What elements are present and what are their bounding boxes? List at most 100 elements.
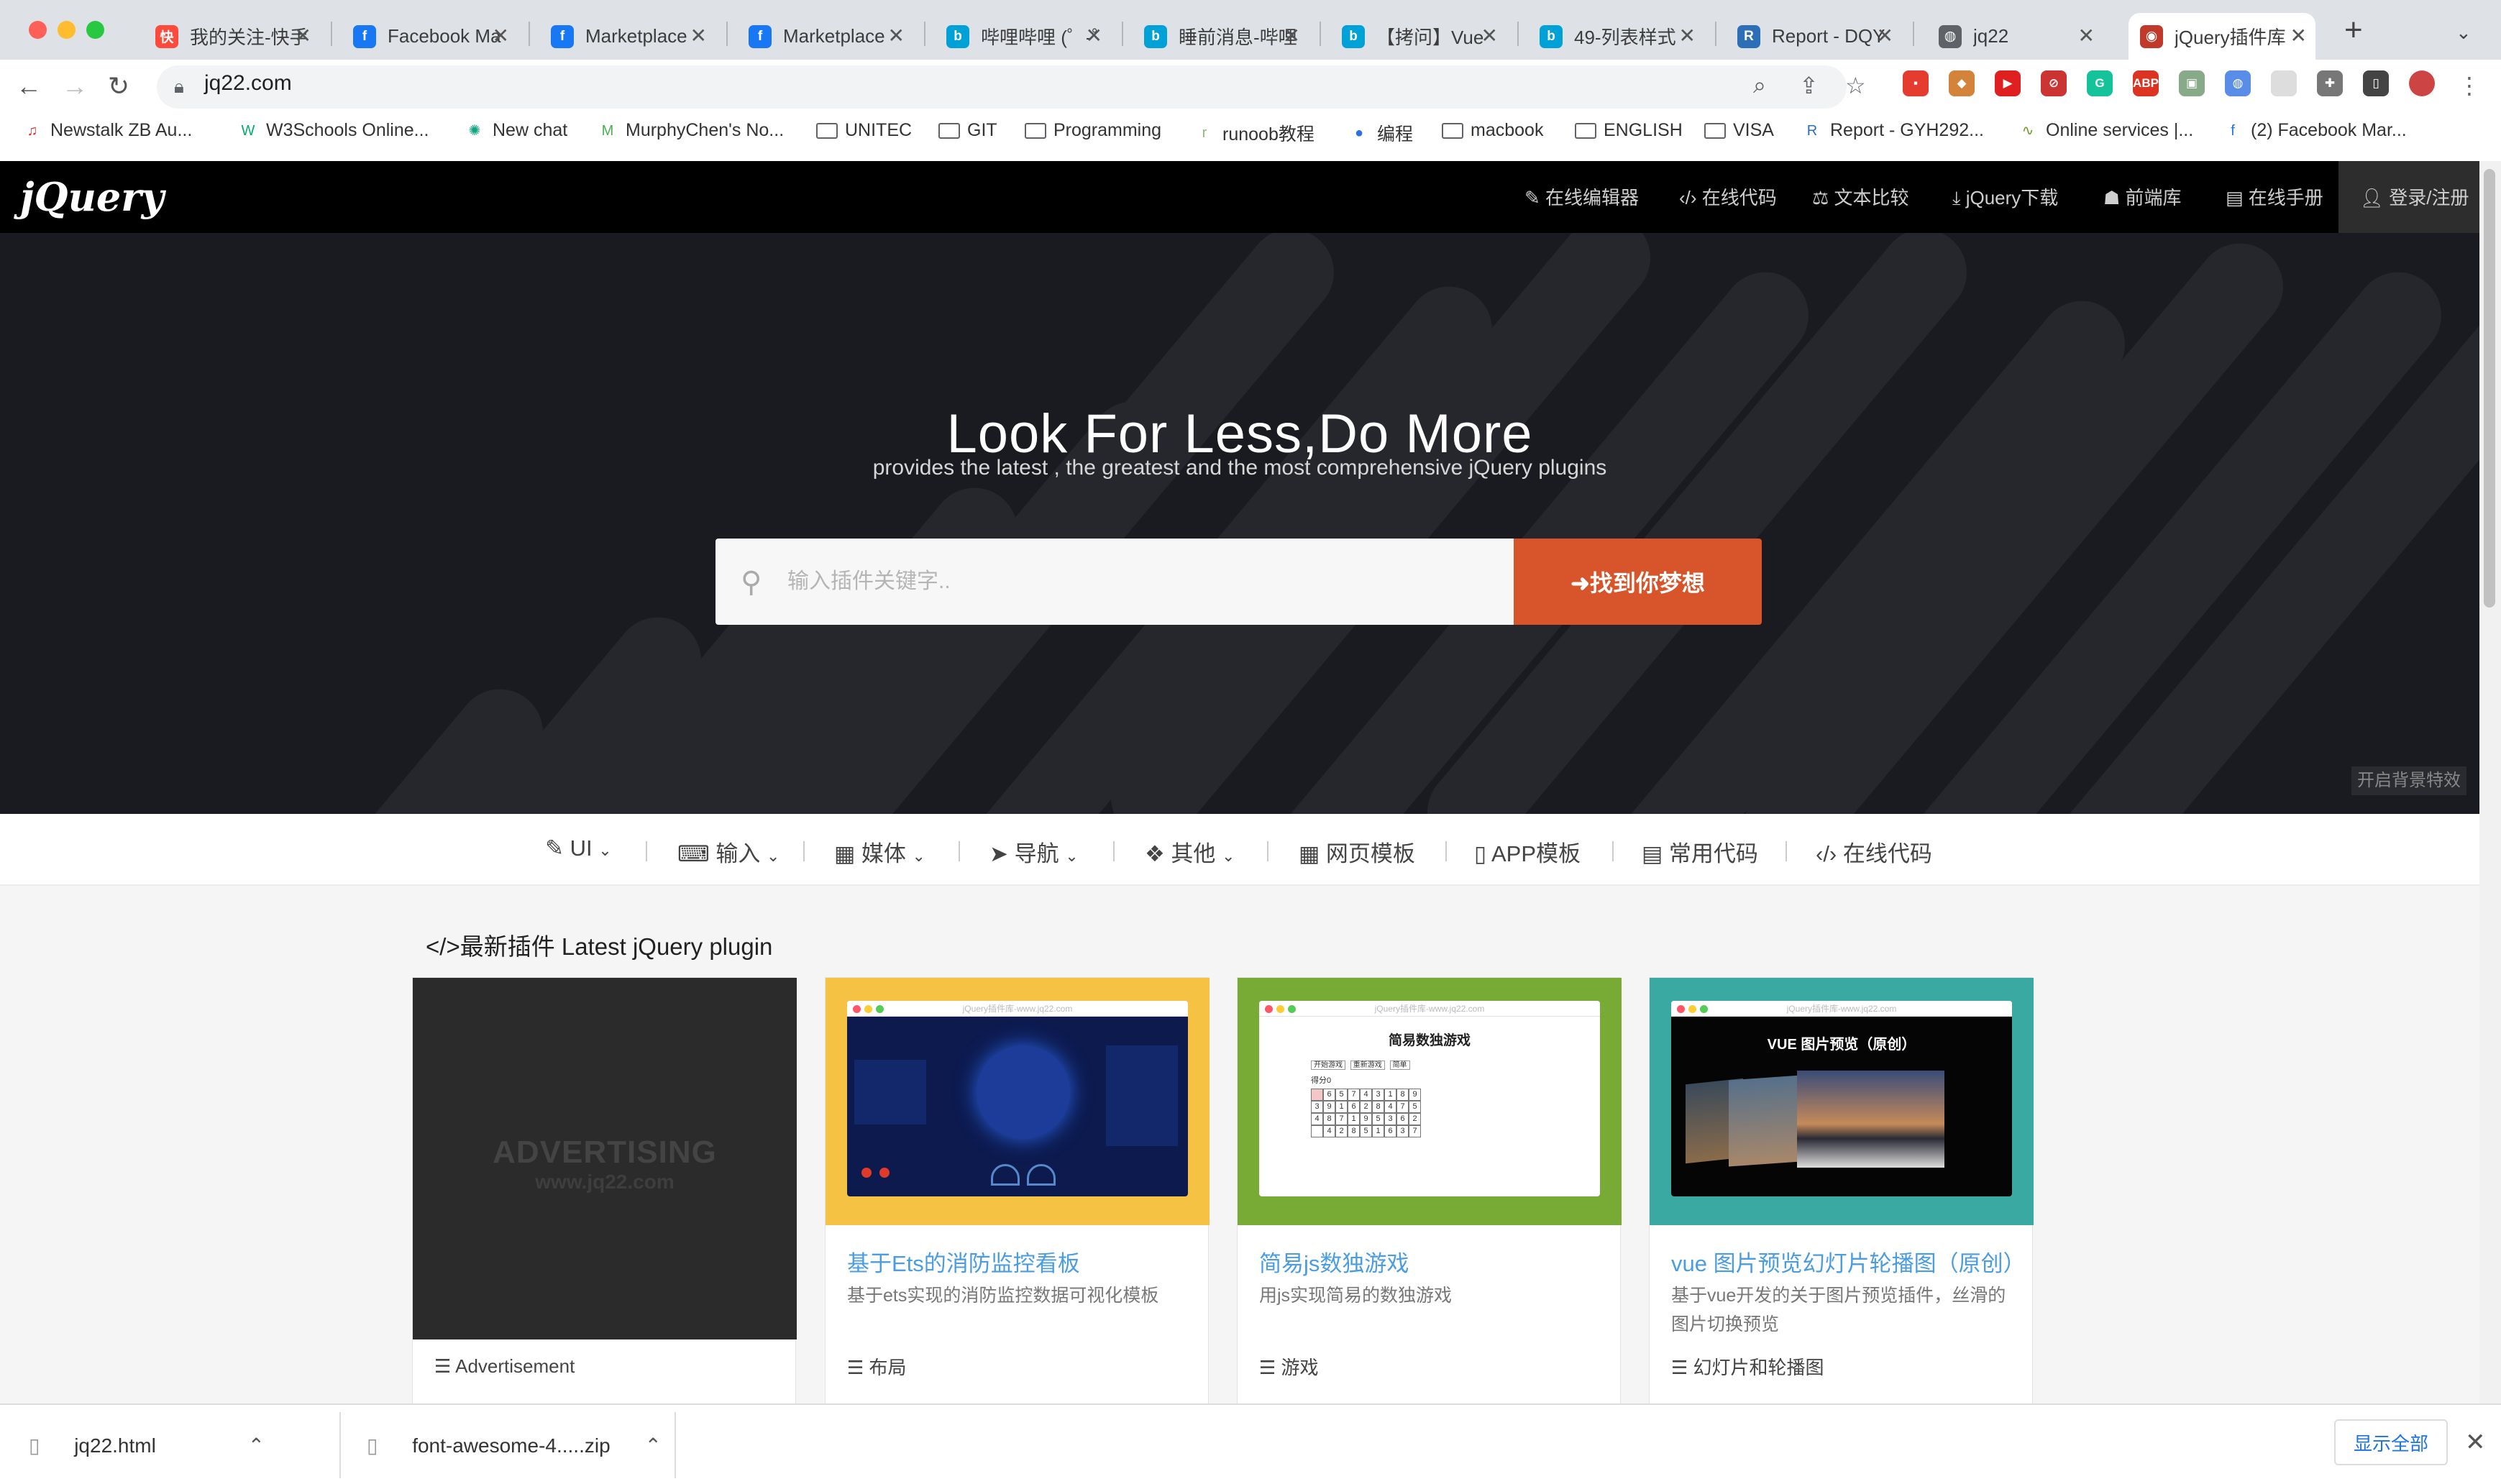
- site-nav-item[interactable]: ▤ 在线手册: [2226, 183, 2323, 210]
- bookmark-item[interactable]: ∿ Online services |...: [2017, 120, 2194, 141]
- ext-adblock-icon[interactable]: ⊘: [2041, 70, 2067, 96]
- category-item[interactable]: ‹/› 在线代码: [1816, 835, 1932, 868]
- tab[interactable]: b 睡前消息-哔哩 ✕: [1133, 13, 1309, 60]
- close-tab-icon[interactable]: ✕: [2078, 26, 2095, 46]
- close-tab-icon[interactable]: ✕: [690, 26, 707, 46]
- plugin-search-input[interactable]: [787, 560, 1471, 603]
- close-tab-icon[interactable]: ✕: [1877, 26, 1893, 46]
- tab[interactable]: f Marketplace ✕: [539, 13, 715, 60]
- category-item[interactable]: ⌨ 输入 ⌄: [677, 835, 779, 868]
- tab[interactable]: R Report - DQY ✕: [1726, 13, 1902, 60]
- maximize-window-button[interactable]: [86, 21, 104, 39]
- grammarly-icon[interactable]: G: [2087, 70, 2113, 96]
- profile-avatar[interactable]: [2409, 70, 2435, 96]
- close-window-button[interactable]: [29, 21, 47, 39]
- new-tab-button[interactable]: +: [2344, 14, 2363, 46]
- tab[interactable]: ◍ jq22 ✕: [1927, 13, 2103, 60]
- tab[interactable]: b 【拷问】Vue ✕: [1330, 13, 1506, 60]
- reload-button[interactable]: ↻: [108, 72, 129, 101]
- download-item-2[interactable]: ▯ font-awesome-4.....zip ⌃: [367, 1434, 662, 1457]
- background-effects-toggle[interactable]: 开启背景特效: [2351, 766, 2466, 795]
- plugin-card[interactable]: jQuery插件库-www.jq22.com 基于Ets的消防监控看板 基于et…: [825, 977, 1210, 1403]
- site-nav-item[interactable]: ⚖ 文本比较: [1812, 183, 1909, 210]
- bookmark-star-icon[interactable]: ☆: [1845, 72, 1866, 99]
- show-all-downloads-button[interactable]: 显示全部: [2334, 1419, 2448, 1465]
- advertisement-card[interactable]: ADVERTISING www.jq22.com ☰ Advertisement: [412, 977, 797, 1403]
- bookmark-item[interactable]: Programming: [1025, 120, 1161, 141]
- plugin-thumbnail[interactable]: jQuery插件库-www.jq22.com VUE 图片预览（原创）: [1650, 978, 2034, 1225]
- address-bar[interactable]: [157, 65, 1847, 109]
- category-item[interactable]: ▯ APP模板: [1474, 835, 1581, 868]
- minimize-window-button[interactable]: [58, 21, 76, 39]
- tab[interactable]: f Facebook Ma ✕: [342, 13, 518, 60]
- site-nav-item[interactable]: ☗ 前端库: [2103, 183, 2182, 210]
- back-button[interactable]: ←: [16, 72, 42, 101]
- plugin-category[interactable]: ☰ 游戏: [1259, 1353, 1319, 1380]
- category-item[interactable]: ▦ 媒体 ⌄: [834, 835, 925, 868]
- plugin-title[interactable]: 简易js数独游戏: [1259, 1245, 1409, 1278]
- plugin-thumbnail[interactable]: jQuery插件库-www.jq22.com 简易数独游戏 开始游戏 重新游戏 …: [1238, 978, 1622, 1225]
- extensions-puzzle-icon[interactable]: ✚: [2317, 70, 2343, 96]
- bookmark-item[interactable]: f (2) Facebook Mar...: [2222, 120, 2407, 141]
- scrollbar-thumb[interactable]: [2484, 169, 2495, 608]
- site-nav-item[interactable]: ‹/› 在线代码: [1679, 183, 1777, 210]
- bookmark-item[interactable]: GIT: [938, 120, 997, 141]
- close-tab-icon[interactable]: ✕: [888, 26, 905, 46]
- tab[interactable]: ◉ jQuery插件库 ✕: [2129, 13, 2315, 60]
- abp-icon[interactable]: ABP: [2133, 70, 2159, 96]
- tab[interactable]: b 哔哩哔哩 (゜-゜ ✕: [935, 13, 1111, 60]
- close-tab-icon[interactable]: ✕: [1284, 26, 1300, 46]
- chevron-up-icon[interactable]: ⌃: [644, 1434, 661, 1457]
- lock-icon[interactable]: 🔒︎: [174, 75, 184, 99]
- bookmark-item[interactable]: r runoob教程: [1194, 120, 1314, 146]
- more-menu-icon[interactable]: ⋮: [2458, 72, 2481, 99]
- close-tab-icon[interactable]: ✕: [1086, 26, 1102, 46]
- category-item[interactable]: ✎ UI ⌄: [545, 835, 612, 861]
- close-tab-icon[interactable]: ✕: [2290, 26, 2307, 46]
- category-item[interactable]: ▤ 常用代码: [1642, 835, 1758, 868]
- login-register-button[interactable]: 👤︎ 登录/注册: [2338, 161, 2479, 233]
- close-tab-icon[interactable]: ✕: [493, 26, 509, 46]
- search-submit-button[interactable]: ➜找到你梦想: [1514, 539, 1762, 625]
- bookmark-item[interactable]: ENGLISH: [1575, 120, 1683, 141]
- search-ext-icon[interactable]: ◍: [2225, 70, 2251, 96]
- bookmark-item[interactable]: M MurphyChen's No...: [597, 120, 785, 141]
- bookmark-item[interactable]: ● 编程: [1348, 120, 1413, 146]
- jquery-logo[interactable]: jQuery: [20, 174, 164, 220]
- site-nav-item[interactable]: ✎ 在线编辑器: [1524, 183, 1639, 210]
- url-text[interactable]: jq22.com: [204, 71, 292, 96]
- bookmark-item[interactable]: UNITEC: [816, 120, 912, 141]
- tab[interactable]: b 49-列表样式 ✕: [1528, 13, 1704, 60]
- plugin-title[interactable]: vue 图片预览幻灯片轮播图（原创）: [1671, 1245, 2026, 1278]
- close-tab-icon[interactable]: ✕: [1679, 26, 1696, 46]
- bookmark-item[interactable]: VISA: [1704, 120, 1774, 141]
- ext-red-icon[interactable]: ▪: [1903, 70, 1929, 96]
- plugin-title[interactable]: 基于Ets的消防监控看板: [847, 1245, 1080, 1278]
- plugin-category[interactable]: ☰ 布局: [847, 1353, 907, 1380]
- plugin-card[interactable]: jQuery插件库-www.jq22.com 简易数独游戏 开始游戏 重新游戏 …: [1237, 977, 1622, 1403]
- site-nav-item[interactable]: ⤓ jQuery下载: [1952, 183, 2058, 210]
- zoom-icon[interactable]: ⌕: [1753, 72, 1766, 99]
- category-item[interactable]: ▦ 网页模板: [1299, 835, 1415, 868]
- plugin-thumbnail[interactable]: jQuery插件库-www.jq22.com: [826, 978, 1210, 1225]
- close-tab-icon[interactable]: ✕: [295, 26, 311, 46]
- bookmark-item[interactable]: macbook: [1442, 120, 1543, 141]
- category-item[interactable]: ❖ 其他 ⌄: [1145, 835, 1235, 868]
- chevron-up-icon[interactable]: ⌃: [248, 1434, 265, 1457]
- close-download-bar-icon[interactable]: ✕: [2465, 1428, 2486, 1457]
- share-icon[interactable]: ⇪: [1799, 72, 1819, 99]
- ext-fox-icon[interactable]: ◆: [1949, 70, 1975, 96]
- category-item[interactable]: ➤ 导航 ⌄: [989, 835, 1079, 868]
- plugin-category[interactable]: ☰ 幻灯片和轮播图: [1671, 1353, 1824, 1380]
- close-tab-icon[interactable]: ✕: [1481, 26, 1498, 46]
- tab-search-chevron-icon[interactable]: ⌄: [2456, 22, 2472, 44]
- image-icon[interactable]: ▣: [2179, 70, 2205, 96]
- bookmark-item[interactable]: ♫ Newstalk ZB Au...: [22, 120, 193, 141]
- bookmark-item[interactable]: W W3Schools Online...: [237, 120, 429, 141]
- forward-button[interactable]: →: [62, 72, 88, 101]
- download-item-1[interactable]: ▯ jq22.html ⌃: [29, 1434, 265, 1457]
- tab[interactable]: 快我的关注-快手 ✕: [144, 13, 320, 60]
- youtube-icon[interactable]: ▶: [1995, 70, 2021, 96]
- plugin-card[interactable]: jQuery插件库-www.jq22.com VUE 图片预览（原创） vue …: [1649, 977, 2034, 1403]
- ext-grey-icon[interactable]: [2271, 70, 2297, 96]
